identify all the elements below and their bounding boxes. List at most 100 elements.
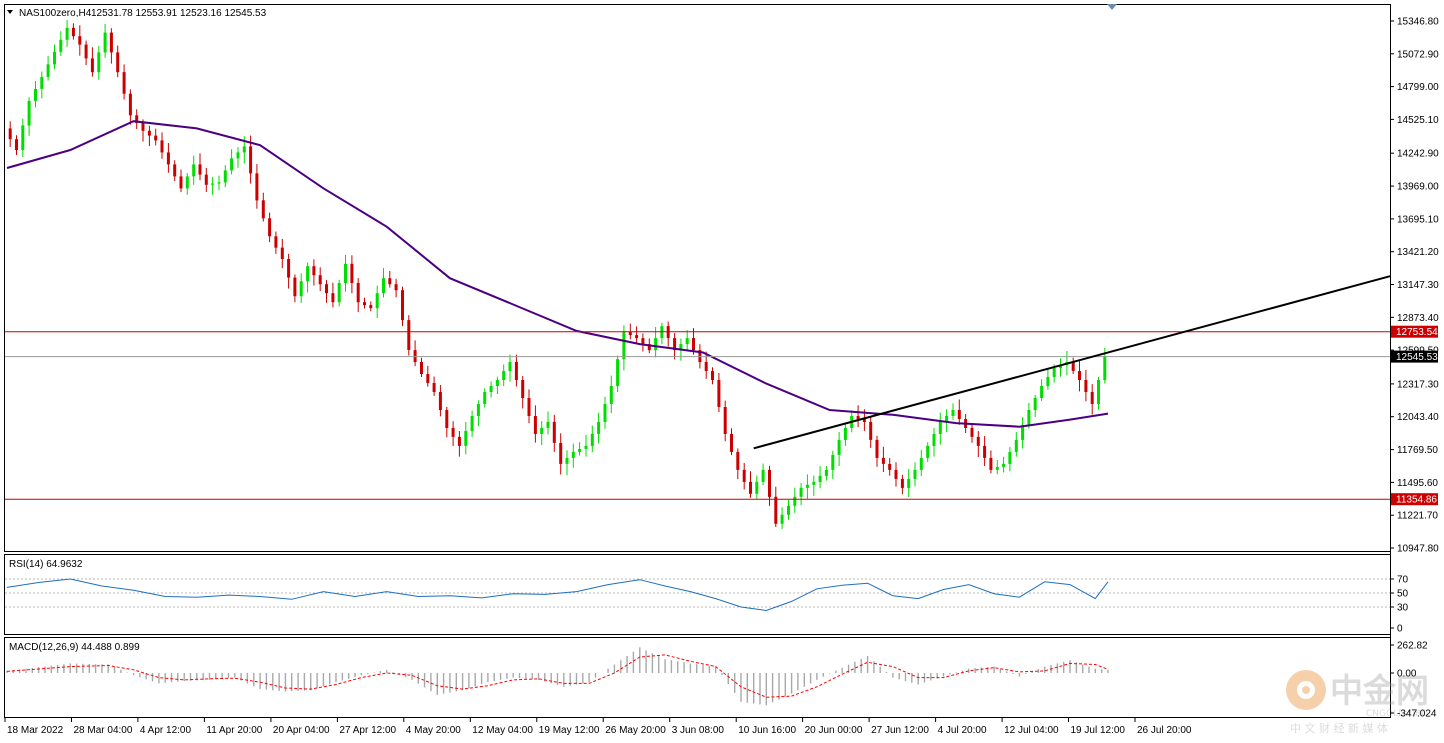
candle-body — [445, 410, 449, 428]
candle-body — [1046, 377, 1050, 386]
candle-body — [236, 152, 240, 159]
candle-body — [344, 263, 347, 283]
candle-body — [938, 421, 942, 434]
candle-body — [470, 416, 474, 431]
candle-body — [103, 32, 107, 53]
candle-body — [894, 469, 898, 479]
candle-body — [274, 236, 278, 248]
candle-body — [318, 275, 322, 285]
time-tick-label: 20 Jun 00:00 — [805, 725, 863, 736]
macd-tick-label: -347.024 — [1397, 709, 1437, 720]
candle-body — [230, 158, 234, 171]
trading-chart[interactable]: 中金网 CNGOLD.ORG 中 文 财 经 新 媒 体 15346.80150… — [0, 0, 1444, 743]
candle-body — [394, 284, 398, 291]
candle-body — [995, 466, 999, 470]
candle-body — [1071, 362, 1075, 371]
time-tick-label: 19 May 12:00 — [539, 725, 600, 736]
candle-body — [312, 266, 316, 276]
candle-body — [957, 410, 961, 419]
candle-body — [1008, 451, 1012, 464]
candle-body — [502, 371, 506, 380]
candle-body — [622, 332, 626, 360]
candle-body — [565, 457, 569, 464]
price-tick-label: 15072.90 — [1397, 49, 1439, 60]
candle-body — [147, 130, 151, 136]
price-tick-label: 11495.60 — [1397, 478, 1438, 489]
candle-body — [217, 182, 221, 184]
candle-body — [1084, 380, 1088, 392]
candle-body — [856, 416, 860, 419]
candle-body — [603, 404, 607, 422]
candle-body — [438, 392, 442, 410]
candle-body — [483, 392, 487, 404]
candle-body — [628, 332, 632, 336]
candle-body — [369, 305, 373, 309]
candle-body — [919, 457, 923, 470]
candle-body — [837, 439, 841, 455]
candle-body — [533, 416, 537, 434]
price-tick-label: 13695.10 — [1397, 214, 1439, 225]
candle-body — [495, 380, 499, 386]
candle-body — [875, 439, 879, 458]
candle-body — [128, 93, 132, 116]
candle-body — [989, 457, 993, 470]
candle-body — [685, 338, 689, 345]
time-tick-label: 26 Jul 20:00 — [1137, 725, 1192, 736]
candle-body — [299, 281, 303, 297]
candle-body — [590, 433, 594, 446]
candle-body — [204, 174, 208, 185]
candle-body — [21, 125, 25, 150]
candle-body — [749, 481, 752, 494]
candle-body — [805, 484, 809, 488]
candle-body — [907, 478, 911, 488]
candle-body — [179, 176, 183, 189]
candle-body — [160, 140, 164, 153]
candle-body — [249, 146, 253, 174]
candle-body — [730, 433, 733, 452]
candle-body — [818, 475, 822, 482]
candle-body — [356, 283, 360, 303]
candle-body — [793, 496, 797, 506]
candle-body — [584, 445, 588, 449]
candle-body — [597, 421, 601, 434]
candle-body — [983, 445, 987, 458]
price-tick-label: 11221.70 — [1397, 511, 1438, 522]
candle-body — [457, 436, 461, 446]
macd-tick-label: 0.00 — [1397, 669, 1417, 680]
candle-body — [824, 469, 828, 476]
price-tick-label: 14525.10 — [1397, 115, 1439, 126]
price-tick-label: 10947.80 — [1397, 544, 1439, 555]
price-tick-label: 13147.30 — [1397, 280, 1439, 291]
candle-body — [951, 410, 955, 416]
price-tick-label: 11769.50 — [1397, 445, 1438, 456]
candle-body — [59, 39, 63, 52]
price-tick-label: 12043.40 — [1397, 412, 1439, 423]
time-tick-label: 4 Jul 20:00 — [938, 725, 987, 736]
candle-body — [881, 457, 885, 464]
candle-body — [578, 448, 582, 452]
candle-body — [90, 58, 94, 73]
candle-body — [742, 469, 746, 482]
candle-body — [552, 421, 556, 443]
candle-body — [1040, 386, 1044, 398]
candle-body — [1052, 368, 1056, 377]
candle-body — [432, 383, 436, 392]
candle-body — [280, 247, 284, 259]
candle-body — [27, 100, 31, 126]
candle-body — [198, 164, 202, 175]
candle-body — [508, 362, 512, 371]
price-tick-label: 12317.30 — [1397, 379, 1439, 390]
candle-body — [122, 72, 126, 94]
candle-body — [464, 430, 468, 446]
candle-body — [34, 88, 37, 101]
macd-tick-label: 262.82 — [1397, 641, 1428, 652]
candle-body — [337, 283, 341, 303]
candle-body — [255, 173, 259, 201]
candle-body — [293, 277, 297, 297]
candle-body — [1027, 410, 1031, 425]
candle-body — [46, 64, 50, 77]
candle-body — [970, 427, 974, 437]
time-tick-label: 18 Mar 2022 — [7, 725, 64, 736]
price-tick-label: 15346.80 — [1397, 17, 1439, 28]
candle-body — [173, 164, 177, 177]
